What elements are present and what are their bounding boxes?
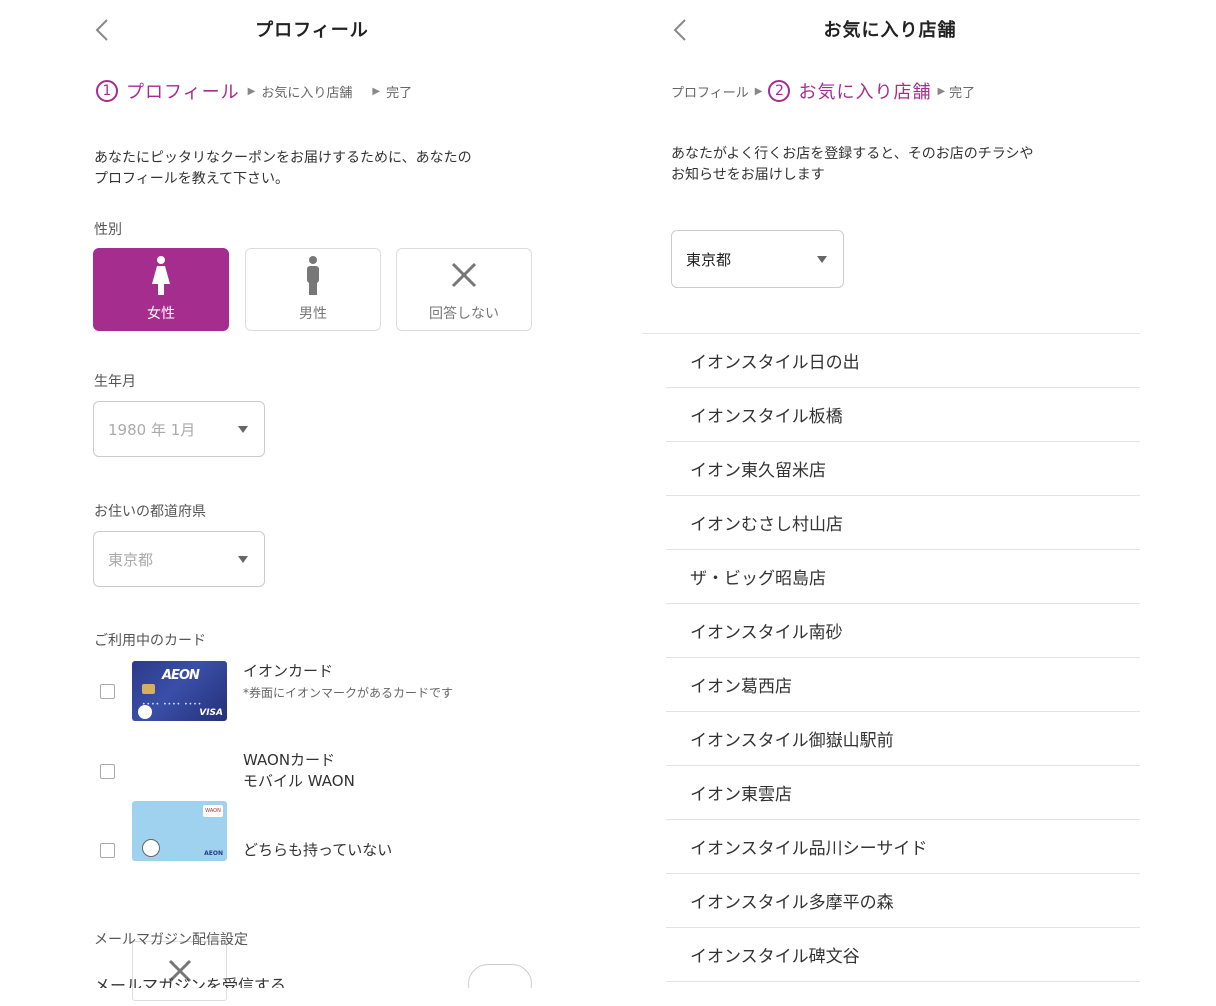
step-number-1: 1: [96, 80, 118, 102]
gender-female-button[interactable]: 女性: [93, 248, 229, 331]
waon-card-name: WAONカード: [243, 751, 336, 769]
store-list-item[interactable]: イオンスタイル御嶽山駅前: [666, 712, 1140, 766]
aeon-card-image: AEON •••• •••• •••• VISA: [132, 661, 227, 721]
no-card-checkbox[interactable]: [100, 843, 115, 858]
step-favorite-store: お気に入り店舗: [261, 85, 353, 101]
prefecture-select[interactable]: 東京都: [671, 230, 844, 288]
page-title: プロフィール: [255, 20, 369, 41]
aeon-card-note: *券面にイオンマークがあるカードです: [243, 686, 454, 700]
step-profile: プロフィール: [671, 85, 749, 101]
step-complete: 完了: [949, 85, 976, 101]
step-arrow-icon: ▶: [754, 85, 763, 97]
mail-label: メールマガジン配信設定: [94, 932, 248, 948]
step-number-2: 2: [768, 80, 791, 102]
prefecture-value: 東京都: [108, 550, 154, 569]
store-list-item[interactable]: イオンスタイル南砂: [666, 604, 1140, 658]
back-button[interactable]: [672, 18, 690, 41]
store-list: イオンスタイル日の出 イオンスタイル板橋 イオン東久留米店 イオンむさし村山店 …: [666, 334, 1140, 982]
store-list-item[interactable]: イオンスタイル碑文谷: [666, 928, 1140, 982]
store-list-item[interactable]: イオン東雲店: [666, 766, 1140, 820]
aeon-card-text: イオンカード *券面にイオンマークがあるカードです: [243, 661, 453, 701]
gender-male-button[interactable]: 男性: [245, 248, 381, 331]
birth-label: 生年月: [94, 374, 136, 390]
no-card-label: どちらも持っていない: [243, 841, 393, 859]
prefecture-value: 東京都: [686, 250, 732, 269]
store-list-item[interactable]: イオンスタイル板橋: [666, 388, 1140, 442]
chevron-left-icon: [95, 19, 108, 41]
step-arrow-icon: ▶: [372, 85, 381, 97]
chevron-down-icon: [817, 255, 827, 263]
step-arrow-icon: ▶: [937, 85, 946, 97]
page-title: お気に入り店舗: [823, 20, 957, 41]
gender-no-answer-button[interactable]: 回答しない: [396, 248, 532, 331]
birth-value: 1980 年 1月: [108, 420, 196, 439]
mail-toggle-label: メールマガジンを受信する: [94, 976, 287, 988]
intro-text: あなたにピッタリなクーポンをお届けするために、あなたの プロフィールを教えて下さ…: [94, 150, 472, 187]
gender-label: 性別: [94, 222, 122, 238]
male-icon: [307, 256, 319, 295]
prefecture-label: お住いの都道府県: [94, 504, 206, 520]
chevron-down-icon: [238, 555, 248, 563]
store-list-item[interactable]: イオンスタイル日の出: [666, 334, 1140, 388]
card-chip-icon: [142, 684, 155, 694]
store-list-item[interactable]: ザ・ビッグ昭島店: [666, 550, 1140, 604]
step-indicator: 1 プロフィール ▶ お気に入り店舗 ▶ 完了: [96, 78, 412, 104]
step-profile: プロフィール: [126, 82, 240, 103]
waon-card-image: WAON AEON: [132, 801, 227, 861]
mascot-icon: [138, 705, 152, 719]
step-indicator: プロフィール ▶ 2 お気に入り店舗 ▶ 完了: [671, 78, 975, 104]
aeon-card-name: イオンカード: [243, 662, 334, 680]
step-arrow-icon: ▶: [247, 85, 256, 97]
mascot-icon: [142, 839, 160, 857]
birth-select[interactable]: 1980 年 1月: [93, 401, 265, 457]
store-list-item[interactable]: イオンむさし村山店: [666, 496, 1140, 550]
chevron-down-icon: [238, 425, 248, 433]
mobile-waon-name: モバイル WAON: [243, 772, 355, 790]
step-complete: 完了: [386, 85, 413, 101]
chevron-left-icon: [673, 19, 686, 41]
close-icon: [451, 262, 477, 288]
prefecture-select[interactable]: 東京都: [93, 531, 265, 587]
cards-label: ご利用中のカード: [94, 633, 206, 649]
store-list-item[interactable]: イオン葛西店: [666, 658, 1140, 712]
waon-card-checkbox[interactable]: [100, 764, 115, 779]
step-favorite-store: お気に入り店舗: [798, 82, 932, 103]
back-button[interactable]: [94, 18, 112, 41]
store-list-item[interactable]: イオンスタイル品川シーサイド: [666, 820, 1140, 874]
intro-text: あなたがよく行くお店を登録すると、そのお店のチラシや お知らせをお届けします: [671, 146, 1034, 183]
mail-toggle[interactable]: [468, 964, 532, 988]
waon-card-text: WAONカード モバイル WAON: [243, 750, 355, 792]
female-icon: [152, 256, 170, 295]
store-list-item[interactable]: イオンスタイル多摩平の森: [666, 874, 1140, 928]
aeon-card-checkbox[interactable]: [100, 684, 115, 699]
store-list-item[interactable]: イオン東久留米店: [666, 442, 1140, 496]
